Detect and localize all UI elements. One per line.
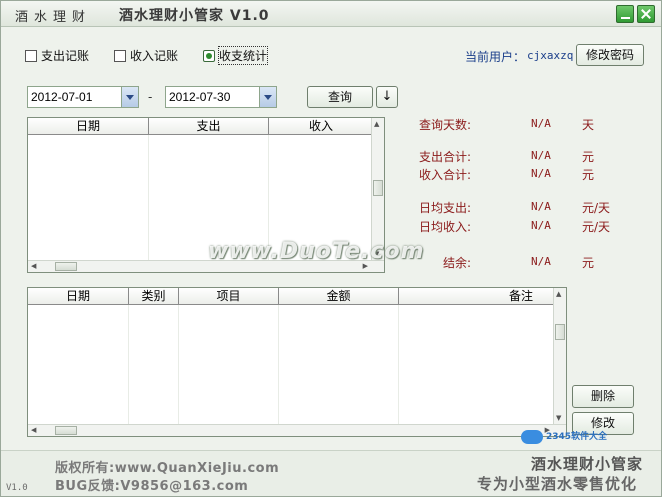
- column-header-category[interactable]: 类别: [129, 288, 179, 305]
- stat-daily-expense-value: N/A: [531, 200, 551, 213]
- stat-balance-label: 结余:: [443, 256, 472, 270]
- watermark-text: www.DuoTe.com: [208, 239, 425, 264]
- scroll-thumb[interactable]: [373, 180, 383, 196]
- scroll-left-icon[interactable]: ◀: [31, 426, 36, 434]
- detail-table[interactable]: 日期 类别 项目 金额 备注 ▲ ▼ ◀ ▶: [27, 287, 567, 437]
- start-date-value: 2012-07-01: [31, 90, 93, 104]
- checked-radio-icon: [203, 49, 215, 62]
- footer-slogan: 专为小型酒水零售优化: [477, 475, 638, 493]
- stat-daily-income-unit: 元/天: [582, 220, 611, 234]
- checkbox-icon: [114, 49, 126, 62]
- stat-daily-expense-label: 日均支出:: [419, 201, 472, 215]
- current-user-label: 当前用户：: [465, 50, 526, 64]
- scroll-down-icon[interactable]: ▼: [556, 414, 561, 422]
- scroll-up-icon[interactable]: ▲: [556, 290, 561, 298]
- stat-days-unit: 天: [582, 118, 595, 132]
- scroll-thumb[interactable]: [555, 324, 565, 340]
- checkbox-icon: [25, 49, 37, 62]
- end-date-select[interactable]: 2012-07-30: [165, 86, 277, 108]
- column-header-item[interactable]: 项目: [179, 288, 279, 305]
- date-separator: -: [148, 90, 153, 104]
- dropdown-arrow-icon[interactable]: [259, 87, 276, 107]
- stat-daily-income-value: N/A: [531, 219, 551, 232]
- bug-feedback-text: BUG反馈:V9856@163.com: [55, 479, 249, 494]
- scroll-thumb[interactable]: [55, 262, 77, 271]
- stat-income-total-label: 收入合计:: [419, 168, 472, 182]
- sort-button[interactable]: ↓: [376, 86, 398, 108]
- stat-income-total-value: N/A: [531, 167, 551, 180]
- vertical-scrollbar[interactable]: ▲ ▼: [553, 288, 566, 424]
- scroll-up-icon[interactable]: ▲: [374, 120, 379, 128]
- stat-expense-total-label: 支出合计:: [419, 150, 472, 164]
- app-window: 酒水理财 酒水理财小管家 V1.0 支出记账 收入记账 收支统计 当前用户： c…: [0, 0, 662, 497]
- stat-days-label: 查询天数:: [419, 118, 472, 132]
- mode-stats-checkbox[interactable]: 收支统计: [203, 46, 269, 65]
- column-header-date[interactable]: 日期: [28, 288, 129, 305]
- horizontal-scrollbar[interactable]: ◀ ▶: [28, 424, 566, 436]
- scroll-left-icon[interactable]: ◀: [31, 262, 36, 270]
- column-header-date[interactable]: 日期: [28, 118, 149, 135]
- current-user-name: cjxaxzq: [527, 49, 574, 62]
- delete-button[interactable]: 删除: [572, 385, 634, 408]
- column-header-note[interactable]: 备注: [399, 288, 555, 305]
- stat-daily-expense-unit: 元/天: [582, 201, 611, 215]
- scroll-thumb[interactable]: [55, 426, 77, 435]
- stat-expense-total-unit: 元: [582, 150, 595, 164]
- site-logo-text: 2345软件大全: [546, 432, 608, 442]
- minimize-icon: [621, 17, 630, 19]
- mode-label: 收支统计: [217, 46, 269, 65]
- end-date-value: 2012-07-30: [169, 90, 231, 104]
- site-logo: 2345软件大全: [521, 429, 607, 444]
- version-label: V1.0: [6, 483, 28, 493]
- footer-app-name: 酒水理财小管家: [531, 455, 644, 473]
- column-header-income[interactable]: 收入: [269, 118, 373, 135]
- mode-expense-checkbox[interactable]: 支出记账: [25, 47, 89, 64]
- stat-balance-unit: 元: [582, 256, 595, 270]
- stat-days-value: N/A: [531, 117, 551, 130]
- mode-income-checkbox[interactable]: 收入记账: [114, 47, 178, 64]
- stat-balance-value: N/A: [531, 255, 551, 268]
- title-bar[interactable]: 酒水理财 酒水理财小管家 V1.0: [1, 1, 661, 27]
- column-header-amount[interactable]: 金额: [279, 288, 399, 305]
- stat-daily-income-label: 日均收入:: [419, 220, 472, 234]
- mode-label: 收入记账: [130, 49, 179, 63]
- copyright-text: 版权所有:www.QuanXieJiu.com: [55, 461, 280, 476]
- column-header-expense[interactable]: 支出: [149, 118, 269, 135]
- window-title: 酒水理财小管家 V1.0: [119, 8, 270, 24]
- minimize-button[interactable]: [616, 5, 634, 23]
- stat-expense-total-value: N/A: [531, 149, 551, 162]
- query-button[interactable]: 查询: [307, 86, 373, 108]
- site-logo-icon: [521, 429, 543, 444]
- app-short-title: 酒水理财: [15, 10, 92, 25]
- dropdown-arrow-icon[interactable]: [121, 87, 138, 107]
- close-button[interactable]: [637, 5, 655, 23]
- start-date-select[interactable]: 2012-07-01: [27, 86, 139, 108]
- mode-label: 支出记账: [41, 49, 90, 63]
- change-password-button[interactable]: 修改密码: [576, 44, 644, 66]
- stat-income-total-unit: 元: [582, 168, 595, 182]
